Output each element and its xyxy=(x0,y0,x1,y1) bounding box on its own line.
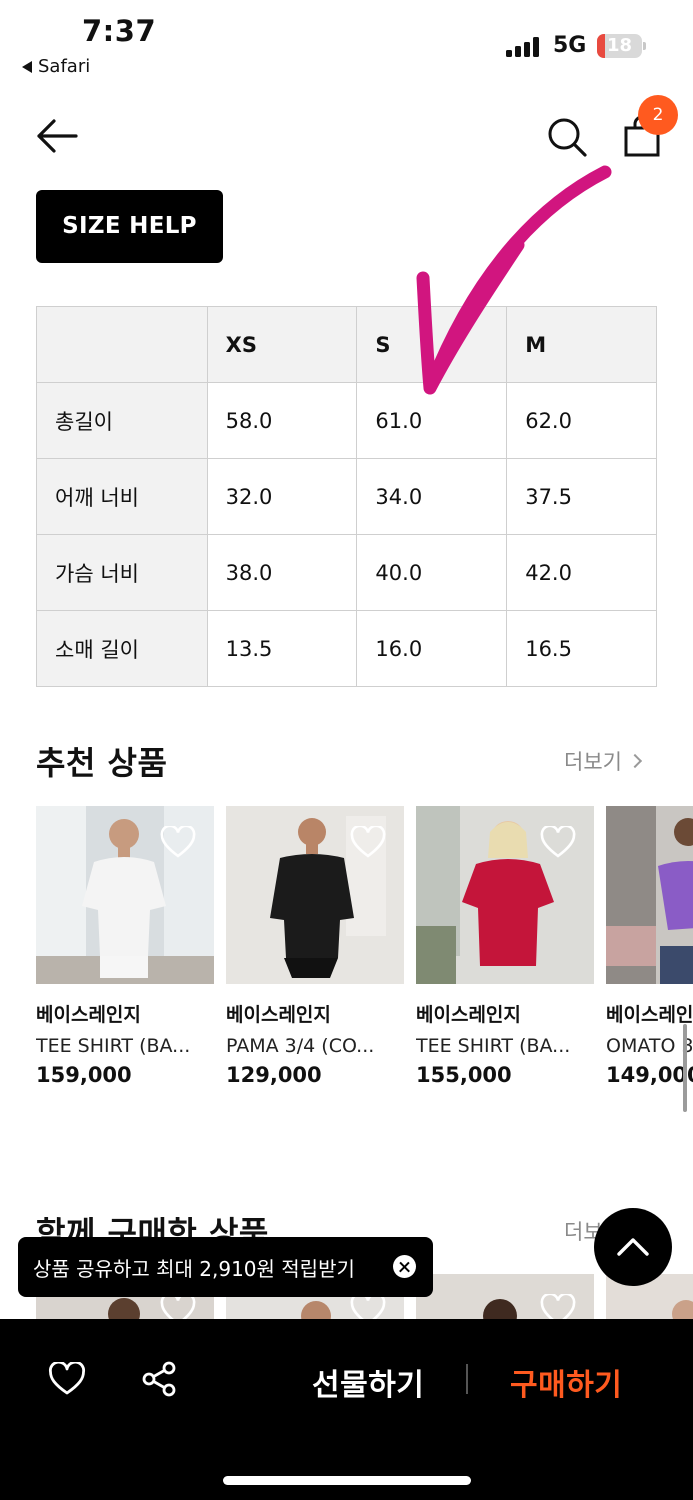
buy-button[interactable]: 구매하기 xyxy=(510,1360,622,1404)
recommended-section-title: 추천 상품 xyxy=(36,744,168,782)
measurement-value: 16.0 xyxy=(356,610,508,687)
product-price: 159,000 xyxy=(36,1063,132,1087)
size-column-header: XS xyxy=(206,306,358,383)
heart-icon[interactable] xyxy=(160,826,196,858)
size-table-corner-cell xyxy=(36,306,208,383)
status-time: 7:37 xyxy=(82,14,157,48)
product-name: PAMA 3/4 (CO... xyxy=(226,1035,375,1057)
product-name: TEE SHIRT (BA... xyxy=(36,1035,191,1057)
back-triangle-icon xyxy=(22,60,32,73)
product-brand: 베이스레인지 xyxy=(606,1004,693,1026)
size-column-header: S xyxy=(356,306,508,383)
wishlist-heart-icon[interactable] xyxy=(48,1362,86,1396)
more-link-label: 더보기 xyxy=(564,750,622,774)
measurement-label: 소매 길이 xyxy=(36,610,208,687)
measurement-value: 58.0 xyxy=(206,382,358,459)
scroll-to-top-button[interactable] xyxy=(594,1208,672,1286)
size-column-header: M xyxy=(506,306,657,383)
measurement-value: 13.5 xyxy=(206,610,358,687)
measurement-value: 32.0 xyxy=(206,458,358,535)
product-brand: 베이스레인지 xyxy=(226,1004,331,1026)
product-card[interactable]: 베이스레인지 TEE SHIRT (BA... 155,000 xyxy=(416,806,594,1087)
battery-icon: 18 xyxy=(597,34,642,58)
measurement-label: 가슴 너비 xyxy=(36,534,208,611)
product-card[interactable]: 베이스레인지 OMATO 3 149,000 xyxy=(606,806,693,1087)
cart-count-badge: 2 xyxy=(638,95,678,135)
gift-button[interactable]: 선물하기 xyxy=(312,1360,424,1404)
recommended-more-link[interactable]: 더보기 xyxy=(564,746,643,776)
heart-icon[interactable] xyxy=(540,826,576,858)
size-help-button[interactable]: SIZE HELP xyxy=(36,190,223,263)
back-app-label: Safari xyxy=(38,56,91,77)
product-brand: 베이스레인지 xyxy=(36,1004,141,1026)
measurement-value: 34.0 xyxy=(356,458,508,535)
measurement-value: 16.5 xyxy=(506,610,657,687)
product-price: 155,000 xyxy=(416,1063,512,1087)
product-image xyxy=(36,806,214,984)
measurement-label: 어깨 너비 xyxy=(36,458,208,535)
heart-icon[interactable] xyxy=(350,826,386,858)
bottom-bar-divider xyxy=(466,1364,468,1394)
table-row: 어깨 너비 32.0 34.0 37.5 xyxy=(36,458,657,535)
measurement-value: 62.0 xyxy=(506,382,657,459)
network-type: 5G xyxy=(553,33,587,58)
measurement-value: 42.0 xyxy=(506,534,657,611)
product-brand: 베이스레인지 xyxy=(416,1004,521,1026)
horizontal-scroll-indicator xyxy=(683,1024,687,1112)
table-row: 소매 길이 13.5 16.0 16.5 xyxy=(36,610,657,687)
share-icon[interactable] xyxy=(140,1360,178,1398)
chevron-right-icon xyxy=(627,753,643,769)
chevron-up-icon xyxy=(617,1238,649,1256)
product-price: 149,000 xyxy=(606,1063,693,1087)
table-row: 가슴 너비 38.0 40.0 42.0 xyxy=(36,534,657,611)
product-image xyxy=(416,806,594,984)
product-card[interactable]: 베이스레인지 PAMA 3/4 (CO... 129,000 xyxy=(226,806,404,1087)
product-image xyxy=(606,806,693,984)
search-icon[interactable] xyxy=(546,116,588,158)
size-table-header-row: XS S M xyxy=(36,306,657,383)
size-table: XS S M 총길이 58.0 61.0 62.0 어깨 너비 32.0 34.… xyxy=(36,306,657,687)
close-icon[interactable] xyxy=(393,1255,416,1278)
measurement-value: 38.0 xyxy=(206,534,358,611)
measurement-value: 61.0 xyxy=(356,382,508,459)
battery-level: 18 xyxy=(606,35,633,56)
product-card[interactable]: 베이스레인지 TEE SHIRT (BA... 159,000 xyxy=(36,806,214,1087)
arrow-left-icon[interactable] xyxy=(34,116,80,156)
bottom-action-bar xyxy=(0,1319,693,1500)
toast-message: 상품 공유하고 최대 2,910원 적립받기 xyxy=(33,1256,355,1281)
table-row: 총길이 58.0 61.0 62.0 xyxy=(36,382,657,459)
product-price: 129,000 xyxy=(226,1063,322,1087)
share-reward-toast[interactable]: 상품 공유하고 최대 2,910원 적립받기 xyxy=(18,1237,433,1297)
cellular-signal-icon xyxy=(506,37,544,57)
product-name: TEE SHIRT (BA... xyxy=(416,1035,571,1057)
recommended-product-list: 베이스레인지 TEE SHIRT (BA... 159,000 베이스레인지 P… xyxy=(36,806,693,1096)
product-image xyxy=(226,806,404,984)
product-name: OMATO 3 xyxy=(606,1035,693,1057)
measurement-value: 40.0 xyxy=(356,534,508,611)
measurement-value: 37.5 xyxy=(506,458,657,535)
battery-cap xyxy=(643,42,646,50)
home-indicator xyxy=(223,1476,471,1485)
back-to-safari-link[interactable]: Safari xyxy=(22,56,90,77)
measurement-label: 총길이 xyxy=(36,382,208,459)
